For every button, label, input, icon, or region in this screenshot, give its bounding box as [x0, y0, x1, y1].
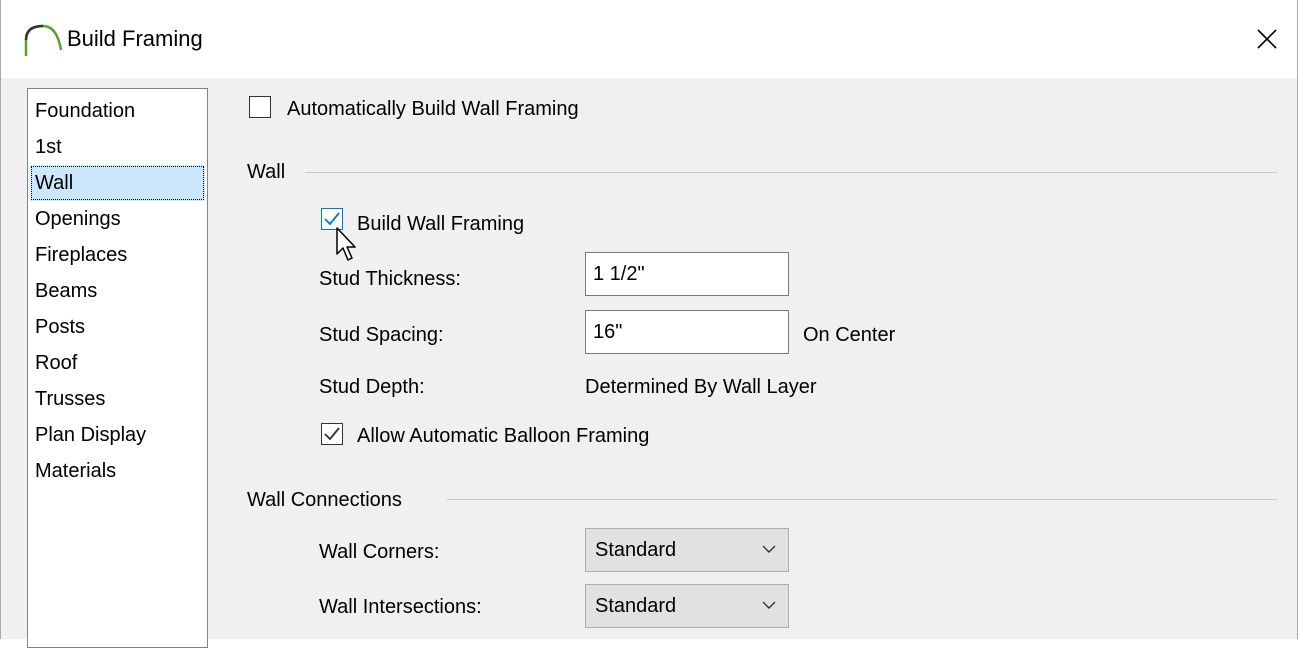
- checkmark-icon: [324, 427, 340, 441]
- wall-intersections-value: Standard: [595, 595, 677, 617]
- sidebar-item-plan-display[interactable]: Plan Display: [28, 417, 207, 453]
- wall-intersections-select[interactable]: Standard: [585, 584, 789, 628]
- window-title: Build Framing: [67, 26, 203, 51]
- sidebar-item-fireplaces[interactable]: Fireplaces: [28, 237, 207, 273]
- stud-depth-label: Stud Depth:: [319, 376, 425, 398]
- sidebar-item-materials[interactable]: Materials: [28, 453, 207, 489]
- wall-group-title: Wall: [247, 161, 286, 183]
- sidebar-item-foundation[interactable]: Foundation: [28, 93, 207, 129]
- wall-corners-label: Wall Corners:: [319, 541, 440, 563]
- chevron-down-icon: [762, 601, 776, 609]
- sidebar-item-posts[interactable]: Posts: [28, 309, 207, 345]
- balloon-framing-checkbox[interactable]: [321, 423, 343, 445]
- stud-spacing-input[interactable]: 16": [585, 310, 789, 354]
- stud-spacing-suffix: On Center: [803, 324, 896, 346]
- sidebar-item-beams[interactable]: Beams: [28, 273, 207, 309]
- sidebar-item-wall[interactable]: Wall: [30, 165, 205, 201]
- wall-connections-divider: [447, 499, 1277, 500]
- wall-connections-group-title: Wall Connections: [247, 489, 402, 511]
- wall-corners-select[interactable]: Standard: [585, 528, 789, 572]
- chevron-down-icon: [762, 545, 776, 553]
- stud-depth-value: Determined By Wall Layer: [585, 376, 817, 398]
- arch-icon: [24, 24, 63, 56]
- sidebar-item-trusses[interactable]: Trusses: [28, 381, 207, 417]
- build-framing-dialog: Build Framing Foundation 1st Wall Openin…: [0, 0, 1298, 648]
- sidebar-item-1st[interactable]: 1st: [28, 129, 207, 165]
- stud-thickness-input[interactable]: 1 1/2": [585, 252, 789, 296]
- wall-group-divider: [305, 172, 1277, 173]
- auto-build-checkbox[interactable]: [249, 96, 271, 118]
- title-bar: Build Framing: [1, 0, 1297, 78]
- build-wall-framing-label[interactable]: Build Wall Framing: [357, 212, 524, 236]
- wall-intersections-label: Wall Intersections:: [319, 596, 482, 618]
- auto-build-label[interactable]: Automatically Build Wall Framing: [287, 97, 579, 121]
- category-list[interactable]: Foundation 1st Wall Openings Fireplaces …: [27, 88, 208, 648]
- stud-thickness-label: Stud Thickness:: [319, 268, 461, 290]
- sidebar-item-openings[interactable]: Openings: [28, 201, 207, 237]
- wall-corners-value: Standard: [595, 539, 677, 561]
- balloon-framing-label[interactable]: Allow Automatic Balloon Framing: [357, 424, 649, 448]
- sidebar-item-roof[interactable]: Roof: [28, 345, 207, 381]
- close-button[interactable]: [1237, 0, 1297, 78]
- close-icon: [1257, 29, 1277, 49]
- mouse-cursor-icon: [336, 227, 356, 261]
- stud-spacing-label: Stud Spacing:: [319, 324, 444, 346]
